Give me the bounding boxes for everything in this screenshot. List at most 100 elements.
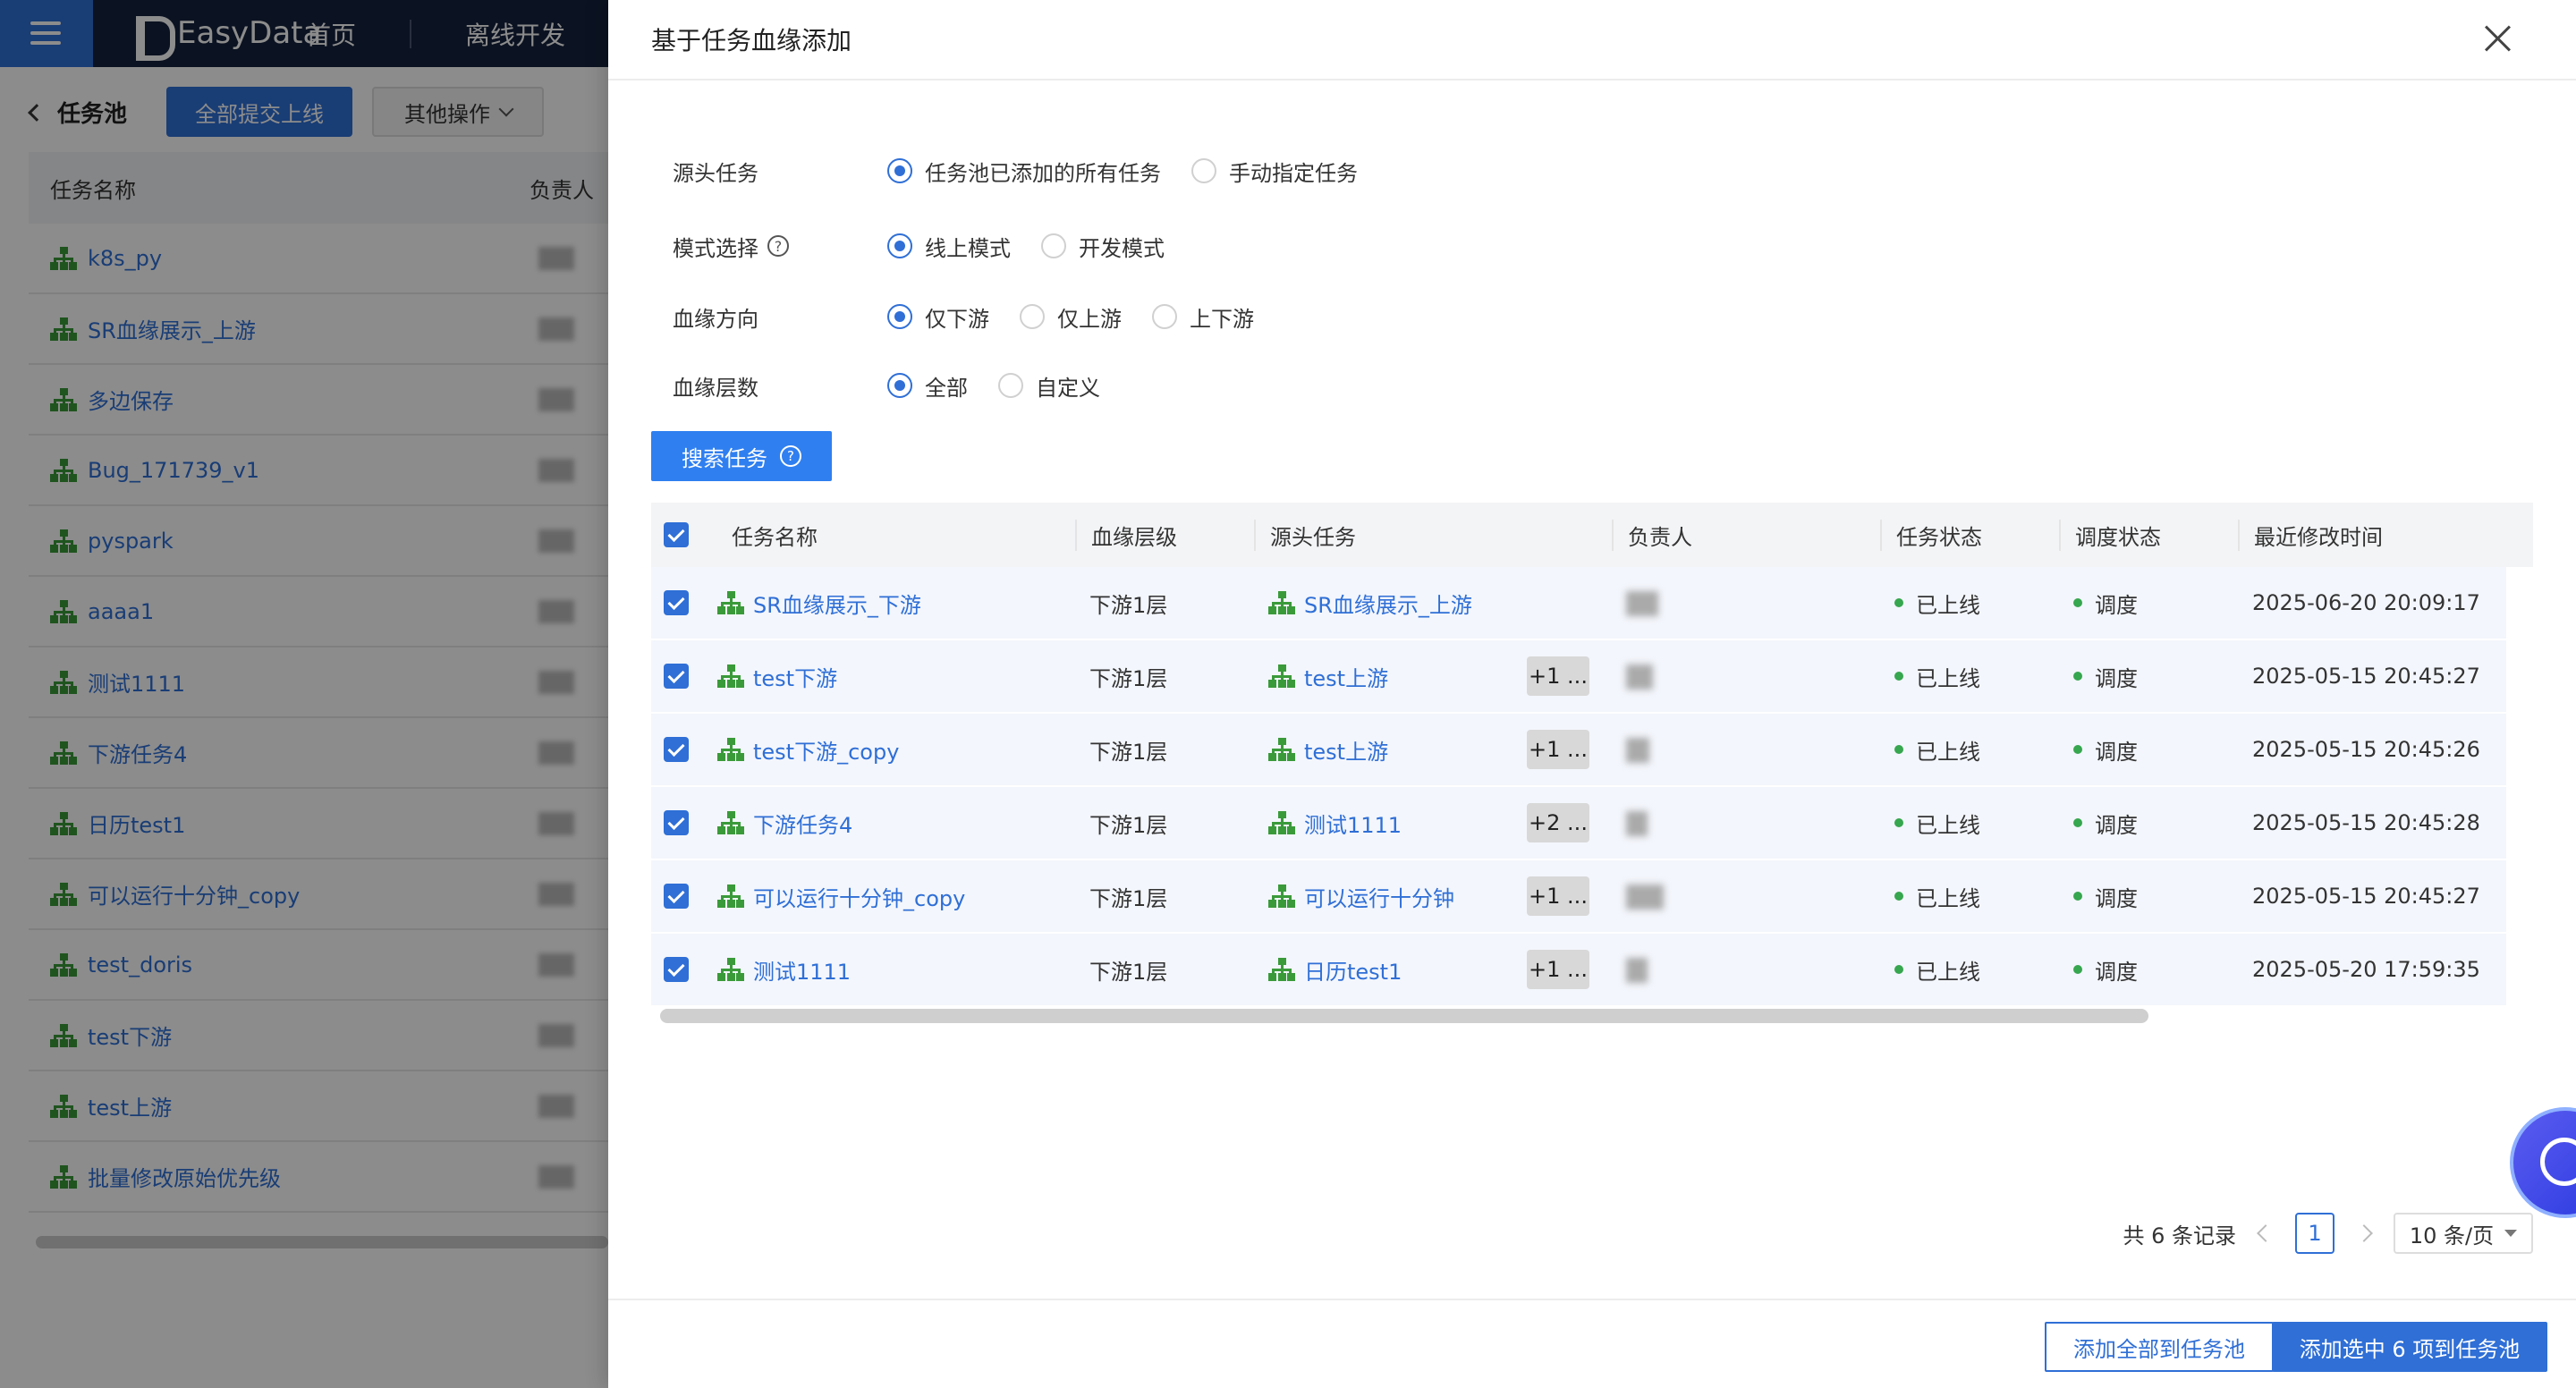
radio-label: 开发模式: [1079, 235, 1165, 261]
schedule-status-text: 调度: [2095, 665, 2138, 691]
task-name-link[interactable]: SR血缘展示_下游: [753, 588, 921, 619]
help-icon[interactable]: ?: [767, 235, 789, 257]
table-row[interactable]: test下游 下游1层 test上游 +1 ... 已上线 调度 2025-05-15 20…: [651, 640, 2506, 714]
drawer-header: 基于任务血缘添加: [608, 0, 2576, 80]
task-tree-icon: [1268, 811, 1295, 834]
source-task-link[interactable]: 日历test1: [1304, 954, 1402, 986]
lineage-level-cell: 下游1层: [1089, 959, 1168, 985]
radio-label: 自定义: [1036, 375, 1100, 401]
row-checkbox[interactable]: [664, 957, 689, 982]
table-row[interactable]: 可以运行十分钟_copy 下游1层 可以运行十分钟 +1 ... 已上线 调度 2025-0…: [651, 860, 2506, 934]
page-size-select[interactable]: 10 条/页: [2394, 1213, 2533, 1254]
schedule-status-cell: 调度: [2059, 954, 2238, 986]
owner-blurred: [1626, 957, 1648, 983]
row-checkbox[interactable]: [664, 884, 689, 909]
row-checkbox[interactable]: [664, 810, 689, 835]
lineage-table-header: 任务名称 血缘层级 源头任务 负责人 任务状态 调度状态 最近修改时间: [651, 503, 2533, 567]
source-task-cell: 可以运行十分钟 +1 ...: [1254, 876, 1612, 916]
row-checkbox-cell: [651, 590, 717, 615]
task-name-link[interactable]: 测试1111: [753, 954, 851, 986]
radio-dot: [1041, 233, 1066, 258]
chevron-right-icon[interactable]: [2355, 1224, 2373, 1242]
lineage-level-cell: 下游1层: [1089, 592, 1168, 618]
table-row[interactable]: 测试1111 下游1层 日历test1 +1 ... 已上线 调度 2025-05-20 1…: [651, 934, 2506, 1007]
source-task-link[interactable]: test上游: [1304, 734, 1388, 766]
modified-time-cell: 2025-05-15 20:45:27: [2252, 884, 2480, 909]
source-task-cell: SR血缘展示_上游: [1254, 588, 1612, 619]
status-dot-icon: [2073, 598, 2082, 607]
radio-label: 仅下游: [925, 306, 989, 332]
task-tree-icon: [717, 591, 744, 614]
more-source-tag[interactable]: +1 ...: [1527, 950, 1589, 989]
radio-dot: [887, 304, 912, 329]
row-checkbox[interactable]: [664, 737, 689, 762]
row-checkbox-cell: [651, 884, 717, 909]
radio-all-pool-tasks[interactable]: 任务池已添加的所有任务: [887, 156, 1161, 187]
more-source-tag[interactable]: +1 ...: [1527, 730, 1589, 769]
more-source-tag[interactable]: +2 ...: [1527, 803, 1589, 842]
add-selected-button[interactable]: 添加选中 6 项到任务池: [2272, 1322, 2547, 1372]
row-checkbox-cell: [651, 957, 717, 982]
header-task-name: 任务名称: [732, 524, 818, 550]
table-row[interactable]: SR血缘展示_下游 下游1层 SR血缘展示_上游 已上线 调度 2025-06-20 20…: [651, 567, 2506, 640]
radio-custom-depth[interactable]: 自定义: [998, 370, 1100, 402]
task-status-text: 已上线: [1916, 885, 1980, 911]
owner-cell: [1612, 957, 1880, 983]
more-source-tag[interactable]: +1 ...: [1527, 876, 1589, 916]
page-number-button[interactable]: 1: [2295, 1213, 2334, 1254]
task-name-cell: test下游_copy: [717, 734, 1075, 766]
row-checkbox[interactable]: [664, 664, 689, 689]
chevron-left-icon[interactable]: [2257, 1224, 2275, 1242]
task-tree-icon: [717, 738, 744, 761]
radio-upstream-only[interactable]: 仅上游: [1020, 301, 1122, 333]
radio-downstream-only[interactable]: 仅下游: [887, 301, 989, 333]
select-all-cell: [651, 522, 717, 547]
source-task-link[interactable]: 可以运行十分钟: [1304, 881, 1454, 912]
table-row[interactable]: test下游_copy 下游1层 test上游 +1 ... 已上线 调度 2025-05-…: [651, 714, 2506, 787]
task-status-text: 已上线: [1916, 665, 1980, 691]
depth-label-text: 血缘层数: [673, 375, 758, 401]
radio-manual-tasks[interactable]: 手动指定任务: [1191, 156, 1358, 187]
task-name-link[interactable]: test下游_copy: [753, 734, 899, 766]
task-status-cell: 已上线: [1880, 954, 2059, 986]
task-status-text: 已上线: [1916, 959, 1980, 985]
row-checkbox[interactable]: [664, 590, 689, 615]
search-tasks-label: 搜索任务: [682, 445, 767, 471]
task-tree-icon: [1268, 591, 1295, 614]
more-source-tag[interactable]: +1 ...: [1527, 656, 1589, 696]
source-task-link[interactable]: 测试1111: [1304, 808, 1402, 839]
modified-time-cell: 2025-05-15 20:45:28: [2252, 810, 2480, 835]
caret-down-icon: [2504, 1230, 2518, 1237]
schedule-status-text: 调度: [2095, 739, 2138, 765]
add-all-button[interactable]: 添加全部到任务池: [2045, 1322, 2274, 1372]
search-tasks-button[interactable]: 搜索任务 ?: [651, 431, 832, 481]
radio-label: 手动指定任务: [1229, 160, 1358, 186]
task-name-link[interactable]: 可以运行十分钟_copy: [753, 881, 965, 912]
source-task-link[interactable]: test上游: [1304, 661, 1388, 692]
modal-overlay[interactable]: [0, 0, 608, 1388]
radio-all-depth[interactable]: 全部: [887, 370, 968, 402]
close-icon[interactable]: [2483, 23, 2513, 54]
status-dot-icon: [1894, 598, 1903, 607]
source-task-link[interactable]: SR血缘展示_上游: [1304, 588, 1472, 619]
header-lineage-level: 血缘层级: [1075, 519, 1254, 551]
owner-cell: [1612, 884, 1880, 910]
owner-blurred: [1626, 810, 1648, 836]
table-horizontal-scrollbar[interactable]: [660, 1009, 2148, 1023]
table-row[interactable]: 下游任务4 下游1层 测试1111 +2 ... 已上线 调度 2025-05-15 20:…: [651, 787, 2506, 860]
task-tree-icon: [1268, 664, 1295, 688]
radio-both-directions[interactable]: 上下游: [1152, 301, 1254, 333]
schedule-status-text: 调度: [2095, 959, 2138, 985]
task-name-link[interactable]: test下游: [753, 661, 837, 692]
select-all-checkbox[interactable]: [664, 522, 689, 547]
radio-dev-mode[interactable]: 开发模式: [1041, 231, 1165, 262]
source-task-cell: 日历test1 +1 ...: [1254, 950, 1612, 989]
status-dot-icon: [1894, 745, 1903, 754]
task-name-link[interactable]: 下游任务4: [753, 808, 852, 839]
source-task-cell: test上游 +1 ...: [1254, 730, 1612, 769]
status-dot-icon: [1894, 965, 1903, 974]
status-dot-icon: [2073, 745, 2082, 754]
radio-label: 仅上游: [1057, 306, 1122, 332]
radio-online-mode[interactable]: 线上模式: [887, 231, 1011, 262]
status-dot-icon: [2073, 892, 2082, 901]
